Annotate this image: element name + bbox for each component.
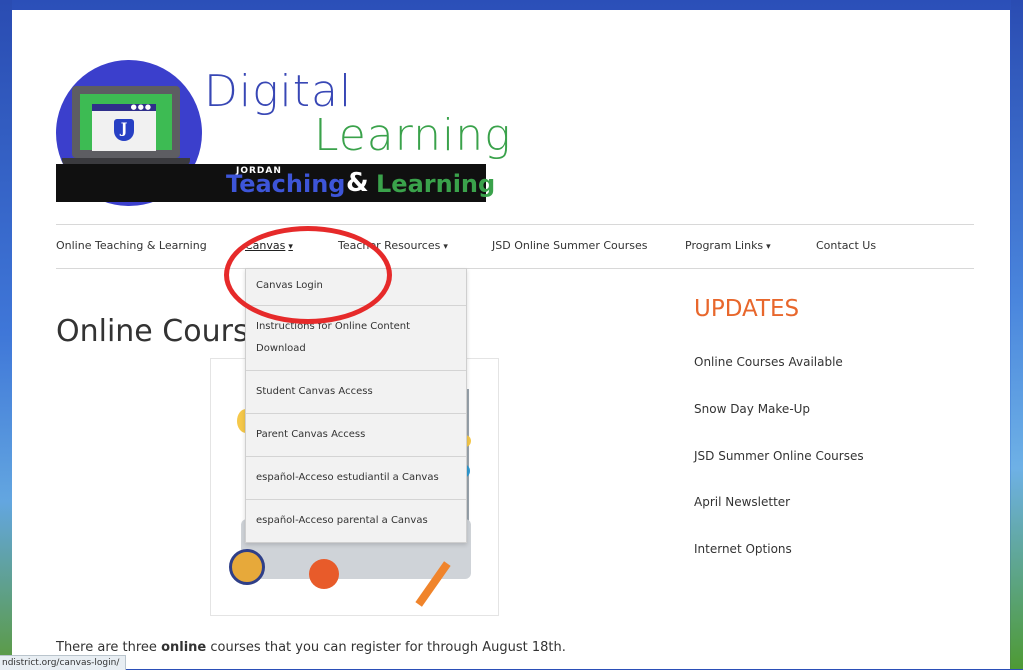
- status-bar-url: ndistrict.org/canvas-login/: [0, 655, 127, 670]
- nav-item-contact-us[interactable]: Contact Us: [816, 239, 876, 252]
- jordan-shield-icon: J: [114, 119, 134, 141]
- update-link-april-newsletter[interactable]: April Newsletter: [694, 495, 790, 509]
- nav-item-program-links[interactable]: Program Links ▾: [685, 239, 771, 252]
- browser-page: ●●● J Digital Learning JORDAN Teaching &…: [12, 10, 1010, 669]
- apple-icon: [309, 559, 339, 589]
- desktop-background-right: [1011, 0, 1023, 669]
- chevron-down-icon: ▾: [766, 242, 771, 252]
- chevron-down-icon: ▾: [443, 242, 448, 252]
- dropdown-item-instructions[interactable]: Instructions for Online Content Download: [246, 306, 466, 371]
- logo-banner: JORDAN Teaching & Learning: [56, 164, 495, 202]
- logo-banner-learning: Learning: [376, 170, 496, 198]
- intro-paragraph: There are three online courses that you …: [56, 640, 566, 655]
- logo-banner-amp: &: [346, 168, 369, 198]
- canvas-dropdown-menu: Canvas Login Instructions for Online Con…: [245, 268, 467, 543]
- update-link-summer-courses[interactable]: JSD Summer Online Courses: [694, 449, 864, 463]
- updates-heading: UPDATES: [694, 296, 800, 322]
- update-link-online-courses[interactable]: Online Courses Available: [694, 355, 843, 369]
- medal-icon: [229, 549, 265, 585]
- dropdown-item-parent-access-es[interactable]: español-Acceso parental a Canvas: [246, 500, 466, 542]
- logo-banner-teaching: Teaching: [226, 170, 346, 198]
- page-title: Online Courses: [56, 314, 246, 350]
- main-nav: Online Teaching & Learning Canvas ▾ Teach…: [56, 225, 974, 268]
- nav-item-teacher-resources[interactable]: Teacher Resources ▾: [338, 239, 448, 252]
- desktop-background-left: [0, 0, 12, 669]
- dropdown-item-canvas-login[interactable]: Canvas Login: [246, 269, 466, 306]
- dropdown-item-student-access[interactable]: Student Canvas Access: [246, 371, 466, 414]
- logo-text-learning: Learning: [314, 110, 512, 161]
- nav-item-online-teaching[interactable]: Online Teaching & Learning: [56, 239, 207, 252]
- dropdown-item-student-access-es[interactable]: español-Acceso estudiantil a Canvas: [246, 457, 466, 500]
- nav-item-summer-courses[interactable]: JSD Online Summer Courses: [492, 239, 647, 252]
- chevron-down-icon: ▾: [288, 242, 293, 252]
- nav-item-canvas[interactable]: Canvas ▾: [245, 239, 293, 252]
- site-logo[interactable]: ●●● J Digital Learning JORDAN Teaching &…: [56, 60, 511, 210]
- dropdown-item-parent-access[interactable]: Parent Canvas Access: [246, 414, 466, 457]
- nav-divider-bottom: [56, 268, 974, 269]
- update-link-snow-day[interactable]: Snow Day Make-Up: [694, 402, 810, 416]
- laptop-icon: ●●● J: [72, 86, 180, 158]
- update-link-internet-options[interactable]: Internet Options: [694, 542, 792, 556]
